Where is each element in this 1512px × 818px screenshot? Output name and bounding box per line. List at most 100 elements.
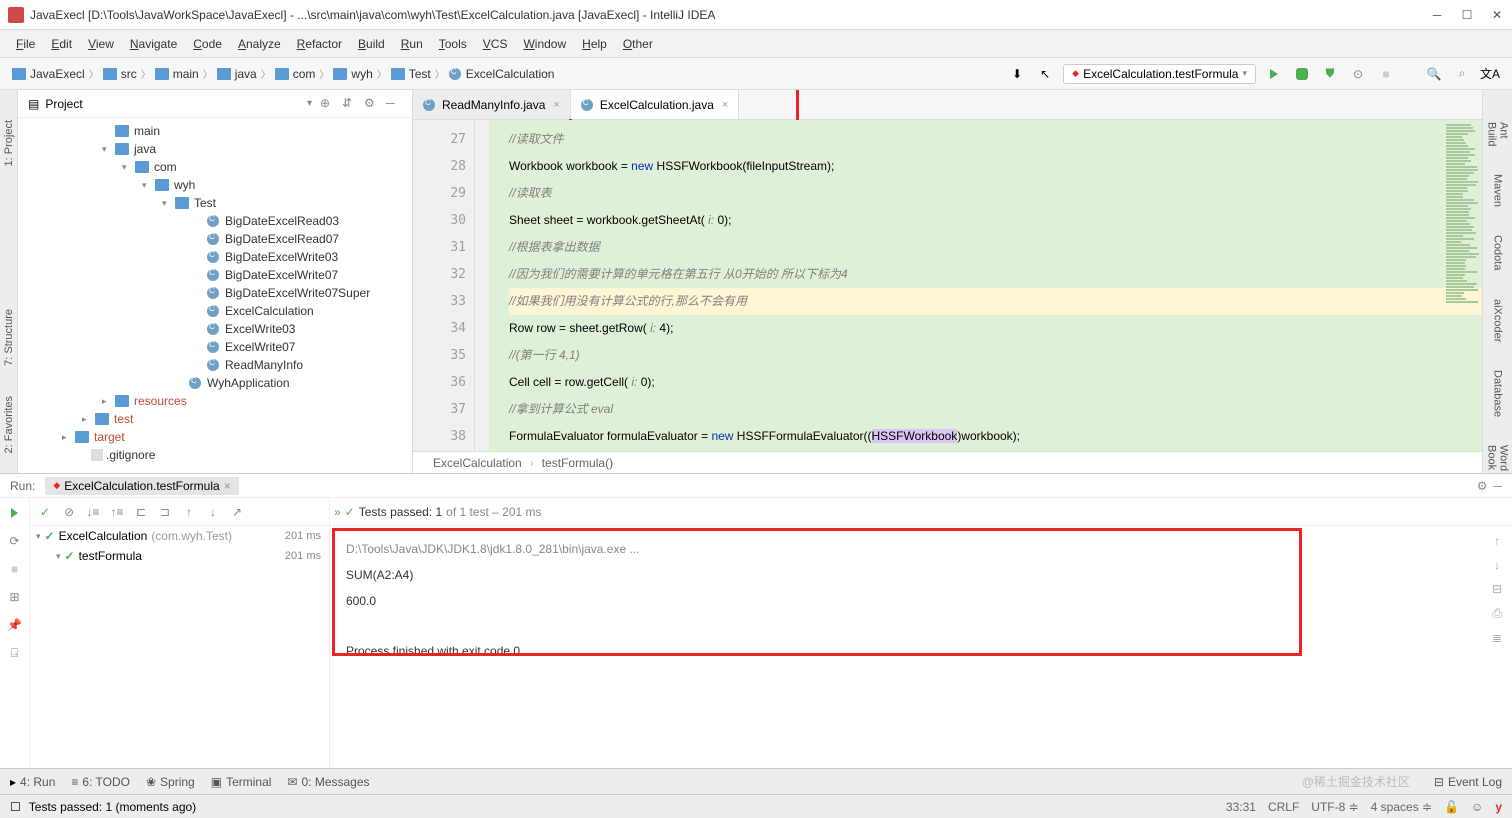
menu-run[interactable]: Run [395, 35, 429, 53]
close-icon[interactable]: × [722, 99, 728, 111]
menu-file[interactable]: File [10, 35, 41, 53]
breadcrumb-item[interactable]: JavaExecl [12, 67, 85, 81]
test-tree[interactable]: ▾✓ExcelCalculation(com.wyh.Test)201 ms▾✓… [30, 526, 329, 768]
menu-navigate[interactable]: Navigate [124, 35, 183, 53]
pin-icon[interactable]: 📌 [6, 616, 24, 634]
breadcrumb-item[interactable]: com [275, 67, 316, 81]
breadcrumb-item[interactable]: Test [391, 67, 431, 81]
tree-node[interactable]: ExcelCalculation [18, 302, 412, 320]
tree-node[interactable]: ▸test [18, 410, 412, 428]
minimap[interactable] [1446, 124, 1480, 324]
build-icon[interactable]: ⬇ [1007, 64, 1027, 84]
breadcrumb-item[interactable]: java [217, 67, 257, 81]
inspection-icon[interactable]: ☺ [1471, 800, 1483, 814]
panel-word-book[interactable]: Word Book [1486, 445, 1510, 471]
file-tree[interactable]: main▾java▾com▾wyh▾TestBigDateExcelRead03… [18, 118, 412, 473]
tree-node[interactable]: BigDateExcelWrite03 [18, 248, 412, 266]
tree-node[interactable]: BigDateExcelRead07 [18, 230, 412, 248]
crumb-method[interactable]: testFormula() [542, 456, 613, 470]
settings-icon[interactable]: ⚙ [364, 96, 380, 112]
favorites-toolwindow-tab[interactable]: 2: Favorites [3, 396, 15, 453]
collapse-icon[interactable]: ⇵ [342, 96, 358, 112]
up-icon[interactable]: ↑ [180, 503, 198, 521]
breadcrumb-item[interactable]: main [155, 67, 199, 81]
translate-icon[interactable]: 文A [1480, 64, 1500, 84]
tree-node[interactable]: ▾wyh [18, 176, 412, 194]
tree-node[interactable]: BigDateExcelRead03 [18, 212, 412, 230]
menu-other[interactable]: Other [617, 35, 659, 53]
wrap-icon[interactable]: ⊟ [1492, 582, 1502, 596]
indent[interactable]: 4 spaces [1371, 800, 1419, 814]
tree-node[interactable]: ExcelWrite03 [18, 320, 412, 338]
search-icon[interactable]: 🔍 [1424, 64, 1444, 84]
todo-tab[interactable]: ≡ 6: TODO [71, 775, 130, 789]
menu-refactor[interactable]: Refactor [291, 35, 348, 53]
tree-node[interactable]: ▾com [18, 158, 412, 176]
code-lines[interactable]: //读取文件Workbook workbook = new HSSFWorkbo… [489, 120, 1482, 451]
stop-icon[interactable]: ■ [6, 560, 24, 578]
down-icon[interactable]: ↓ [204, 503, 222, 521]
run-tab[interactable]: ◆ ExcelCalculation.testFormula × [45, 477, 238, 495]
tree-node[interactable]: ▾java [18, 140, 412, 158]
panel-maven[interactable]: Maven [1492, 174, 1504, 207]
panel-codota[interactable]: Codota [1492, 235, 1504, 270]
panel-aixcoder[interactable]: aiXcoder [1492, 299, 1504, 342]
project-toolwindow-tab[interactable]: 1: Project [3, 120, 15, 166]
tree-node[interactable]: ▸resources [18, 392, 412, 410]
history-icon[interactable]: ↗ [228, 503, 246, 521]
nav-back-icon[interactable]: ↖ [1035, 64, 1055, 84]
breadcrumb-item[interactable]: wyh [333, 67, 372, 81]
breadcrumb-item[interactable]: ExcelCalculation [449, 67, 555, 81]
print-icon[interactable]: ⎙ [1492, 606, 1502, 621]
scroll-down-icon[interactable]: ↓ [1494, 558, 1500, 572]
rerun-button[interactable] [6, 504, 24, 522]
stop-button[interactable]: ■ [1376, 64, 1396, 84]
messages-tab[interactable]: ✉ 0: Messages [287, 775, 369, 789]
readonly-icon[interactable]: 🔓 [1444, 800, 1459, 814]
console-output[interactable]: D:\Tools\Java\JDK\JDK1.8\jdk1.8.0_281\bi… [330, 526, 1482, 768]
menu-code[interactable]: Code [187, 35, 228, 53]
cursor-position[interactable]: 33:31 [1226, 800, 1256, 814]
structure-toolwindow-tab[interactable]: 7: Structure [3, 309, 15, 366]
debug-button[interactable] [1292, 64, 1312, 84]
yd-icon[interactable]: y [1495, 800, 1502, 814]
tree-node[interactable]: BigDateExcelWrite07Super [18, 284, 412, 302]
collapse-icon[interactable]: ⊐ [156, 503, 174, 521]
sort-icon[interactable]: ↓≡ [84, 503, 102, 521]
minimize-panel-icon[interactable]: ─ [1493, 479, 1502, 493]
scroll-up-icon[interactable]: ↑ [1494, 534, 1500, 548]
panel-database[interactable]: Database [1492, 370, 1504, 417]
show-ignored-icon[interactable]: ⊘ [60, 503, 78, 521]
tree-node[interactable]: main [18, 122, 412, 140]
debug-icon[interactable]: ⟳ [6, 532, 24, 550]
clear-icon[interactable]: ≣ [1492, 631, 1502, 645]
maximize-button[interactable]: ☐ [1460, 8, 1474, 22]
settings-icon[interactable]: ⚙ [1477, 479, 1488, 493]
find-icon[interactable]: ⌕ [1452, 64, 1472, 84]
expand-icon[interactable]: ⊏ [132, 503, 150, 521]
close-icon[interactable]: × [224, 479, 231, 493]
test-row[interactable]: ▾✓testFormula201 ms [30, 546, 329, 566]
layout-icon[interactable]: ⊞ [6, 588, 24, 606]
locate-icon[interactable]: ⊕ [320, 96, 336, 112]
menu-tools[interactable]: Tools [433, 35, 473, 53]
menu-window[interactable]: Window [517, 35, 572, 53]
breadcrumbs[interactable]: JavaExecl〉src〉main〉java〉com〉wyh〉Test〉Exc… [12, 66, 554, 81]
tree-node[interactable]: ▾Test [18, 194, 412, 212]
editor-breadcrumb[interactable]: ExcelCalculation › testFormula() [413, 451, 1482, 473]
chevron-down-icon[interactable]: ▾ [307, 98, 312, 109]
test-row[interactable]: ▾✓ExcelCalculation(com.wyh.Test)201 ms [30, 526, 329, 546]
menu-help[interactable]: Help [576, 35, 613, 53]
menu-view[interactable]: View [82, 35, 120, 53]
run-button[interactable] [1264, 64, 1284, 84]
tree-node[interactable]: BigDateExcelWrite07 [18, 266, 412, 284]
menu-vcs[interactable]: VCS [477, 35, 514, 53]
terminal-tab[interactable]: ▣ Terminal [211, 775, 272, 789]
menu-edit[interactable]: Edit [45, 35, 78, 53]
tree-node[interactable]: ExcelWrite07 [18, 338, 412, 356]
close-icon[interactable]: × [553, 99, 559, 111]
event-log-tab[interactable]: ⊟ Event Log [1434, 775, 1502, 789]
menu-build[interactable]: Build [352, 35, 391, 53]
breadcrumb-item[interactable]: src [103, 67, 137, 81]
tree-node[interactable]: .gitignore [18, 446, 412, 464]
